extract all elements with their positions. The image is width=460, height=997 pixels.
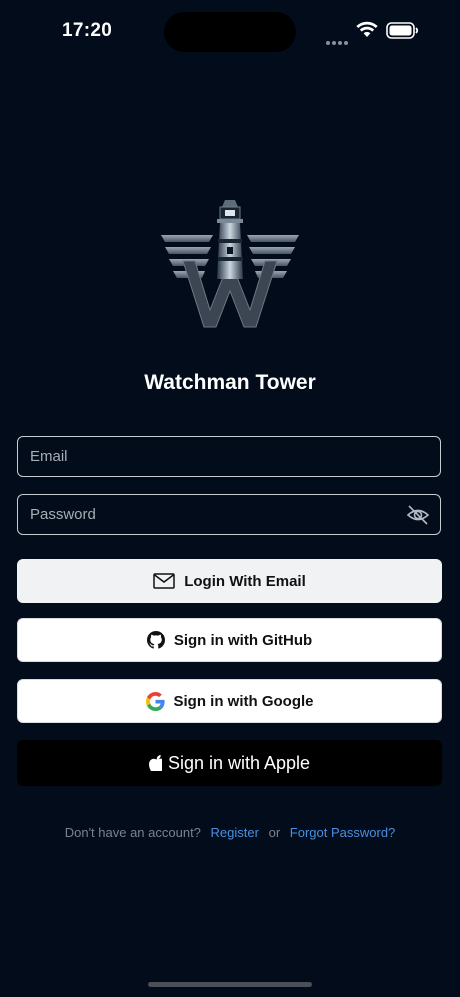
watchman-tower-logo	[161, 200, 299, 328]
sign-in-github-button[interactable]: Sign in with GitHub	[17, 618, 442, 662]
sign-in-google-label: Sign in with Google	[173, 692, 314, 710]
sign-in-github-label: Sign in with GitHub	[173, 631, 313, 649]
google-icon	[145, 691, 165, 711]
status-bar: 17:20	[0, 0, 460, 62]
dynamic-island	[164, 12, 296, 52]
email-field[interactable]	[17, 436, 441, 477]
eye-off-icon[interactable]	[406, 504, 430, 526]
sign-in-apple-button[interactable]: Sign in with Apple	[17, 740, 442, 786]
github-icon	[146, 631, 165, 649]
password-input[interactable]	[18, 495, 440, 534]
login-with-email-button[interactable]: Login With Email	[17, 559, 442, 603]
forgot-password-link[interactable]: Forgot Password?	[290, 825, 396, 840]
login-with-email-label: Login With Email	[184, 572, 306, 590]
or-text: or	[268, 825, 281, 840]
signal-icon	[326, 32, 350, 50]
apple-icon	[148, 755, 162, 771]
app-title: Watchman Tower	[144, 371, 316, 394]
battery-icon	[386, 22, 419, 39]
no-account-text: Don't have an account?	[64, 825, 201, 840]
wifi-icon	[356, 21, 378, 37]
register-link[interactable]: Register	[211, 825, 259, 840]
password-field[interactable]	[17, 494, 441, 535]
footer-links: Don't have an account? Register or Forgo…	[0, 825, 460, 840]
status-time: 17:20	[62, 20, 113, 41]
sign-in-apple-label: Sign in with Apple	[167, 752, 311, 773]
sign-in-google-button[interactable]: Sign in with Google	[17, 679, 442, 723]
email-input[interactable]	[18, 437, 440, 476]
mail-icon	[153, 573, 175, 589]
home-indicator	[148, 982, 312, 987]
